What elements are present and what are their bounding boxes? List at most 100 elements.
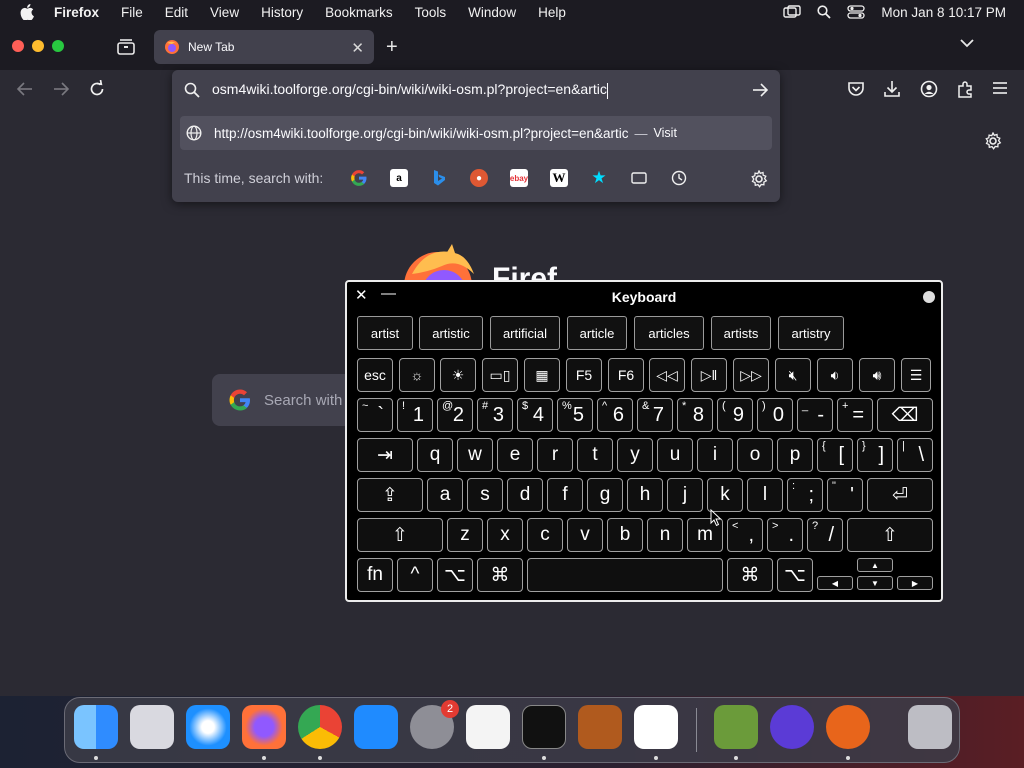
key-f6[interactable]: F6	[608, 358, 644, 392]
key-7[interactable]: & 7	[637, 398, 673, 432]
candidate-word[interactable]: artistic	[419, 316, 483, 350]
mission-control-icon[interactable]: ▭▯	[482, 358, 518, 392]
arrow-up-icon[interactable]: ▲	[857, 558, 893, 572]
trash-icon[interactable]	[908, 705, 952, 749]
key-4[interactable]: $4	[517, 398, 553, 432]
key-v[interactable]: v	[567, 518, 603, 552]
key-slash[interactable]: ? /	[807, 518, 843, 552]
search-settings-gear-icon[interactable]	[750, 170, 768, 188]
key-control[interactable]: ^	[397, 558, 433, 592]
menu-window[interactable]: Window	[468, 5, 516, 20]
caps-lock-icon[interactable]: ⇪	[357, 478, 423, 512]
key-w[interactable]: w	[457, 438, 493, 472]
chrome-icon[interactable]	[298, 705, 342, 749]
tab-close-icon[interactable]: ✕	[351, 39, 364, 57]
terminal-icon[interactable]	[522, 705, 566, 749]
key-option-left[interactable]: ⌥	[437, 558, 473, 592]
firefox-view-icon[interactable]	[116, 38, 136, 56]
volume-up-icon[interactable]: 🔊︎	[859, 358, 895, 392]
candidate-word[interactable]: artistry	[778, 316, 844, 350]
menu-edit[interactable]: Edit	[165, 5, 188, 20]
key-option-right[interactable]: ⌥	[777, 558, 813, 592]
fast-forward-icon[interactable]: ▷▷	[733, 358, 769, 392]
rewind-icon[interactable]: ◁◁	[649, 358, 685, 392]
go-arrow-icon[interactable]	[752, 82, 768, 98]
candidate-word[interactable]: artists	[711, 316, 771, 350]
key-9[interactable]: (9	[717, 398, 753, 432]
vscode-icon[interactable]	[634, 705, 678, 749]
key-l[interactable]: l	[747, 478, 783, 512]
list-all-tabs-chevron-icon[interactable]	[960, 38, 974, 48]
garageband-icon[interactable]	[578, 705, 622, 749]
key-3[interactable]: #3	[477, 398, 513, 432]
key-h[interactable]: h	[627, 478, 663, 512]
key-5[interactable]: % 5	[557, 398, 593, 432]
tabs-icon[interactable]	[630, 169, 648, 187]
wikipedia-icon[interactable]: W	[550, 169, 568, 187]
candidate-word[interactable]: artist	[357, 316, 413, 350]
tab-new-tab[interactable]: New Tab ✕	[154, 30, 374, 64]
key-comma[interactable]: <,	[727, 518, 763, 552]
menu-help[interactable]: Help	[538, 5, 566, 20]
new-tab-plus-icon[interactable]: +	[386, 36, 398, 59]
url-suggestion-row[interactable]: http://osm4wiki.toolforge.org/cgi-bin/wi…	[180, 116, 772, 150]
key-n[interactable]: n	[647, 518, 683, 552]
amazon-icon[interactable]: a	[390, 169, 408, 187]
extensions-icon[interactable]	[956, 80, 974, 98]
space-bar[interactable]	[527, 558, 723, 592]
key-e[interactable]: e	[497, 438, 533, 472]
key-minus[interactable]: _ -	[797, 398, 833, 432]
minimize-window-button[interactable]	[32, 40, 44, 52]
key-b[interactable]: b	[607, 518, 643, 552]
candidate-word[interactable]: artificial	[490, 316, 560, 350]
key-j[interactable]: j	[667, 478, 703, 512]
menu-history[interactable]: History	[261, 5, 303, 20]
reload-icon[interactable]	[88, 80, 106, 98]
key-f5[interactable]: F5	[566, 358, 602, 392]
key-equals[interactable]: + =	[837, 398, 873, 432]
menu-bookmarks[interactable]: Bookmarks	[325, 5, 393, 20]
arrow-left-icon[interactable]: ◀	[817, 576, 853, 590]
key-right-bracket[interactable]: }]	[857, 438, 893, 472]
arrow-down-icon[interactable]: ▼	[857, 576, 893, 590]
forward-arrow-icon[interactable]	[52, 80, 70, 98]
key-p[interactable]: p	[777, 438, 813, 472]
key-d[interactable]: d	[507, 478, 543, 512]
zoom-window-button[interactable]	[52, 40, 64, 52]
newtab-search-box[interactable]: Search with	[212, 374, 352, 426]
account-icon[interactable]	[920, 80, 938, 98]
spotlight-search-icon[interactable]	[817, 5, 832, 19]
close-window-button[interactable]	[12, 40, 24, 52]
bookmarks-star-icon[interactable]: ★	[590, 168, 608, 187]
candidate-word[interactable]: article	[567, 316, 627, 350]
right-shift-icon[interactable]: ⇧	[847, 518, 933, 552]
key-r[interactable]: r	[537, 438, 573, 472]
duckduckgo-icon[interactable]: ●	[470, 169, 488, 187]
pocket-icon[interactable]	[847, 80, 865, 98]
key-fn[interactable]: fn	[357, 558, 393, 592]
key-esc[interactable]: esc	[357, 358, 393, 392]
key-c[interactable]: c	[527, 518, 563, 552]
newtab-settings-gear-icon[interactable]	[984, 132, 1002, 150]
key-semicolon[interactable]: :;	[787, 478, 823, 512]
return-key-icon[interactable]: ⏎	[867, 478, 933, 512]
key-command-right[interactable]: ⌘	[727, 558, 773, 592]
history-icon[interactable]	[670, 169, 688, 187]
key-command-left[interactable]: ⌘	[477, 558, 523, 592]
brightness-up-icon[interactable]: ☀	[440, 358, 476, 392]
key-k[interactable]: k	[707, 478, 743, 512]
back-arrow-icon[interactable]	[16, 80, 34, 98]
candidate-word[interactable]: articles	[634, 316, 704, 350]
safari-icon[interactable]	[186, 705, 230, 749]
app-menu-hamburger-icon[interactable]	[992, 80, 1008, 96]
key-backslash[interactable]: | \	[897, 438, 933, 472]
tab-key-icon[interactable]: ⇥	[357, 438, 413, 472]
urlbar-input[interactable]: osm4wiki.toolforge.org/cgi-bin/wiki/wiki…	[212, 81, 608, 99]
menu-tools[interactable]: Tools	[415, 5, 447, 20]
minecraft-icon[interactable]	[714, 705, 758, 749]
menu-clock[interactable]: Mon Jan 8 10:17 PM	[881, 5, 1006, 20]
ebay-icon[interactable]: ebay	[510, 169, 528, 187]
google-icon[interactable]	[350, 169, 368, 187]
downloads-icon[interactable]	[883, 80, 901, 98]
key-x[interactable]: x	[487, 518, 523, 552]
